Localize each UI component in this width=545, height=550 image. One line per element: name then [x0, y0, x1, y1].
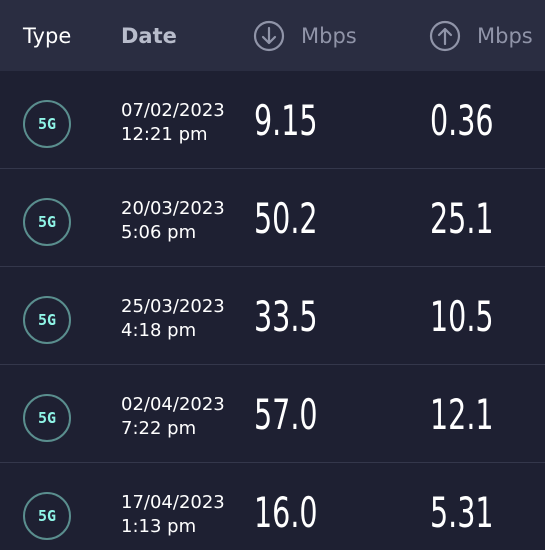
result-datetime: 02/04/2023 7:22 pm [121, 393, 225, 441]
result-time: 1:13 pm [121, 516, 197, 537]
result-time: 4:18 pm [121, 320, 197, 341]
network-type-badge: 5G [23, 394, 71, 442]
download-speed: 9.15 [254, 96, 318, 145]
result-datetime: 07/02/2023 12:21 pm [121, 99, 225, 147]
result-datetime: 17/04/2023 1:13 pm [121, 491, 225, 539]
result-time: 7:22 pm [121, 418, 197, 439]
date-column-header[interactable]: Date [121, 0, 177, 71]
results-list: 5G 07/02/2023 12:21 pm 9.15 0.36 5G 20/0… [0, 71, 545, 550]
download-speed: 33.5 [254, 292, 318, 341]
upload-speed: 10.5 [430, 292, 494, 341]
result-time: 12:21 pm [121, 124, 208, 145]
upload-speed: 25.1 [430, 194, 494, 243]
network-type-badge: 5G [23, 100, 71, 148]
result-row[interactable]: 5G 25/03/2023 4:18 pm 33.5 10.5 [0, 267, 545, 365]
result-date: 07/02/2023 [121, 100, 225, 121]
result-date: 20/03/2023 [121, 198, 225, 219]
download-speed: 50.2 [254, 194, 318, 243]
results-header: Type Date Mbps Mbps [0, 0, 545, 71]
upload-speed: 0.36 [430, 96, 494, 145]
download-speed: 57.0 [254, 390, 318, 439]
speed-test-history: Type Date Mbps Mbps 5G 07/02/2023 12:21 … [0, 0, 545, 550]
upload-unit-label: Mbps [477, 23, 533, 48]
upload-speed: 12.1 [430, 390, 494, 439]
network-type-badge: 5G [23, 492, 71, 540]
result-row[interactable]: 5G 02/04/2023 7:22 pm 57.0 12.1 [0, 365, 545, 463]
network-type-badge: 5G [23, 296, 71, 344]
type-column-header[interactable]: Type [23, 0, 71, 71]
result-row[interactable]: 5G 17/04/2023 1:13 pm 16.0 5.31 [0, 463, 545, 550]
download-unit-label: Mbps [301, 23, 357, 48]
upload-speed: 5.31 [430, 488, 494, 537]
result-time: 5:06 pm [121, 222, 197, 243]
arrow-up-circle-icon [429, 20, 461, 52]
download-column-header[interactable]: Mbps [253, 0, 357, 71]
result-datetime: 20/03/2023 5:06 pm [121, 197, 225, 245]
download-speed: 16.0 [254, 488, 318, 537]
result-date: 02/04/2023 [121, 394, 225, 415]
arrow-down-circle-icon [253, 20, 285, 52]
upload-column-header[interactable]: Mbps [429, 0, 533, 71]
network-type-badge: 5G [23, 198, 71, 246]
result-date: 17/04/2023 [121, 492, 225, 513]
result-row[interactable]: 5G 07/02/2023 12:21 pm 9.15 0.36 [0, 71, 545, 169]
result-datetime: 25/03/2023 4:18 pm [121, 295, 225, 343]
result-date: 25/03/2023 [121, 296, 225, 317]
result-row[interactable]: 5G 20/03/2023 5:06 pm 50.2 25.1 [0, 169, 545, 267]
